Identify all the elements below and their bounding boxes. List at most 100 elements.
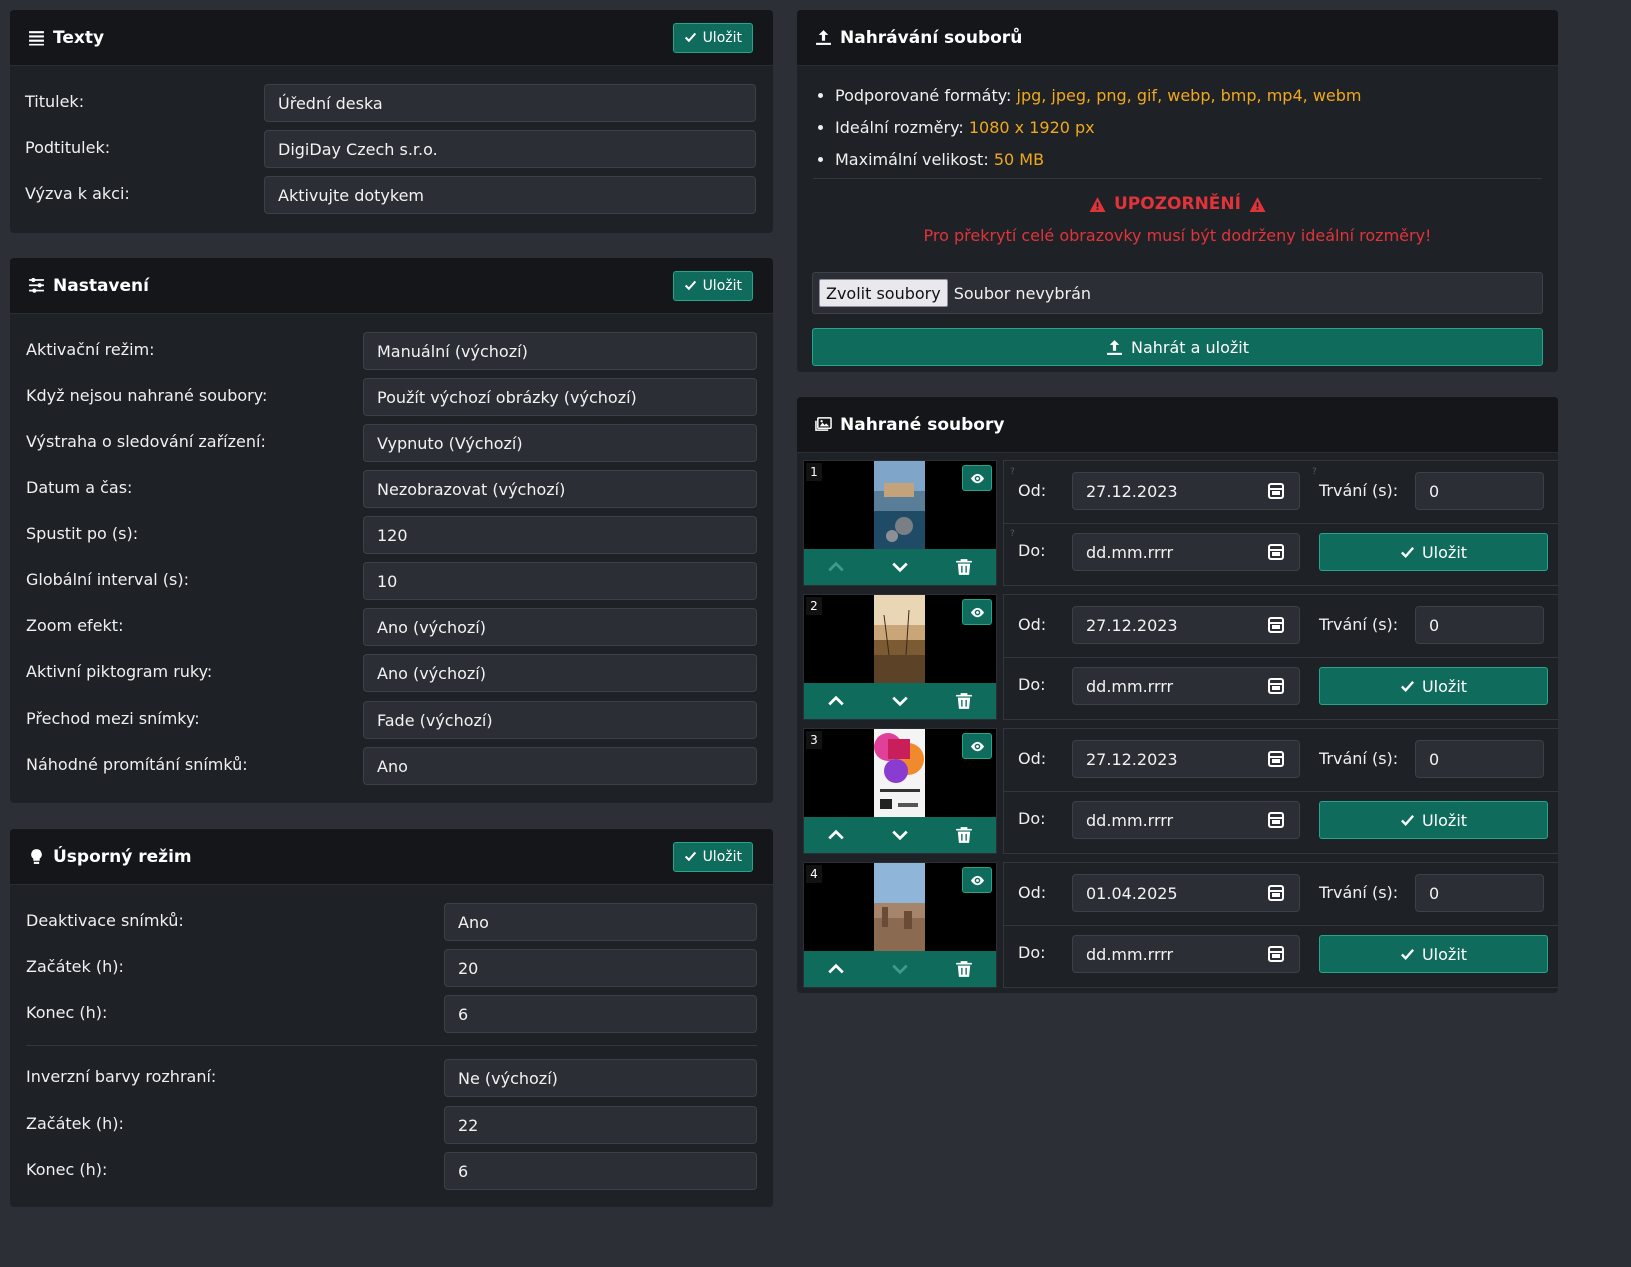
duration-input[interactable]: 0 (1415, 874, 1544, 912)
file-save-button[interactable]: Uložit (1319, 801, 1548, 839)
vyzva-input[interactable]: Aktivujte dotykem (264, 176, 756, 214)
duration-label: Trvání (s): (1319, 615, 1399, 634)
calendar-icon (1268, 812, 1284, 828)
upload-header: Nahrávání souborů (797, 10, 1558, 66)
files-header: Nahrané soubory (797, 397, 1558, 453)
preview-button[interactable] (962, 867, 992, 893)
warning-text: Pro překrytí celé obrazovky musí být dod… (923, 226, 1432, 245)
file-save-button[interactable]: Uložit (1319, 533, 1548, 571)
usporny-title: Úsporný režim (28, 847, 192, 867)
titulek-input[interactable]: Úřední deska (264, 84, 756, 122)
to-date-input[interactable]: dd.mm.rrrr (1072, 533, 1300, 571)
thumbnail-controls (804, 951, 996, 987)
to-date-input[interactable]: dd.mm.rrrr (1072, 801, 1300, 839)
setting-input[interactable]: 120 (363, 516, 757, 554)
chevron-down-icon[interactable] (891, 692, 909, 710)
preview-button[interactable] (962, 465, 992, 491)
formats-item: Podporované formáty: jpg, jpeg, png, gif… (835, 80, 1361, 112)
check-icon (1401, 948, 1414, 960)
setting-select[interactable]: Ano (363, 747, 757, 785)
duration-input[interactable]: 0 (1415, 740, 1544, 778)
file-meta: Od: 01.04.2025 Trvání (s): 0 Do: dd.mm.r… (1003, 862, 1558, 988)
setting-select[interactable]: Nezobrazovat (výchozí) (363, 470, 757, 508)
setting-select[interactable]: Ano (výchozí) (363, 608, 757, 646)
thumbnail: 3 (803, 728, 997, 854)
eco-input[interactable]: 6 (444, 1152, 757, 1190)
calendar-icon (1268, 617, 1284, 633)
file-save-button[interactable]: Uložit (1319, 667, 1548, 705)
upload-divider (813, 178, 1542, 179)
upload-info-list: Podporované formáty: jpg, jpeg, png, gif… (835, 80, 1361, 176)
setting-label: Výstraha o sledování zařízení: (26, 432, 266, 451)
preview-button[interactable] (962, 599, 992, 625)
setting-select[interactable]: Ano (výchozí) (363, 654, 757, 692)
to-date-input[interactable]: dd.mm.rrrr (1072, 667, 1300, 705)
usporny-save-button[interactable]: Uložit (672, 841, 753, 872)
chevron-down-icon[interactable] (891, 826, 909, 844)
meta-divider (1004, 657, 1558, 658)
from-label: Od: (1018, 615, 1047, 634)
setting-select[interactable]: Manuální (výchozí) (363, 332, 757, 370)
chevron-down-icon[interactable] (891, 960, 909, 978)
eco-input[interactable]: 20 (444, 949, 757, 987)
meta-divider (1004, 791, 1558, 792)
eco-input[interactable]: 6 (444, 995, 757, 1033)
check-icon (684, 851, 696, 862)
file-input[interactable]: Zvolit soubory Soubor nevybrán (812, 272, 1543, 314)
setting-label: Globální interval (s): (26, 570, 190, 589)
trash-icon[interactable] (955, 692, 973, 710)
chevron-up-icon[interactable] (827, 692, 845, 710)
upload-save-button[interactable]: Nahrát a uložit (812, 328, 1543, 366)
preview-button[interactable] (962, 733, 992, 759)
setting-label: Náhodné promítání snímků: (26, 755, 248, 774)
setting-label: Zoom efekt: (26, 616, 124, 635)
podtitulek-input[interactable]: DigiDay Czech s.r.o. (264, 130, 756, 168)
texty-title: Texty (28, 28, 104, 48)
meta-divider (1004, 523, 1558, 524)
from-date-input[interactable]: 27.12.2023 (1072, 472, 1300, 510)
setting-label: Aktivní piktogram ruky: (26, 662, 213, 681)
eco-select[interactable]: Ano (444, 903, 757, 941)
from-date-input[interactable]: 27.12.2023 (1072, 606, 1300, 644)
to-label: Do: (1018, 675, 1046, 694)
setting-select[interactable]: Použít výchozí obrázky (výchozí) (363, 378, 757, 416)
help-mark: ? (1010, 467, 1015, 477)
duration-input[interactable]: 0 (1415, 606, 1544, 644)
from-label: Od: (1018, 749, 1047, 768)
eco-input[interactable]: 22 (444, 1106, 757, 1144)
file-save-button[interactable]: Uložit (1319, 935, 1548, 973)
eco-label: Konec (h): (26, 1160, 108, 1179)
chevron-up-icon[interactable] (827, 558, 845, 576)
eco-select[interactable]: Ne (výchozí) (444, 1059, 757, 1097)
nastaveni-save-button[interactable]: Uložit (672, 270, 753, 301)
trash-icon[interactable] (955, 558, 973, 576)
setting-select[interactable]: Fade (výchozí) (363, 701, 757, 739)
from-date-input[interactable]: 27.12.2023 (1072, 740, 1300, 778)
file-row: 1 ? ? ? Od: 27.12.2023 Trvání (s): 0 Do:… (803, 460, 1558, 590)
eye-icon (970, 473, 984, 483)
file-meta: ? ? ? Od: 27.12.2023 Trvání (s): 0 Do: d… (1003, 460, 1558, 586)
calendar-icon (1268, 751, 1284, 767)
chevron-up-icon[interactable] (827, 826, 845, 844)
duration-input[interactable]: 0 (1415, 472, 1544, 510)
setting-select[interactable]: Vypnuto (Výchozí) (363, 424, 757, 462)
choose-files-button[interactable]: Zvolit soubory (819, 279, 948, 307)
chevron-up-icon[interactable] (827, 960, 845, 978)
trash-icon[interactable] (955, 960, 973, 978)
file-row: 2 Od: 27.12.2023 Trvání (s): 0 Do: dd.mm… (803, 594, 1558, 724)
to-date-input[interactable]: dd.mm.rrrr (1072, 935, 1300, 973)
setting-label: Přechod mezi snímky: (26, 709, 200, 728)
trash-icon[interactable] (955, 826, 973, 844)
titulek-label: Titulek: (25, 92, 85, 111)
from-date-input[interactable]: 01.04.2025 (1072, 874, 1300, 912)
texty-save-button[interactable]: Uložit (672, 22, 753, 53)
setting-input[interactable]: 10 (363, 562, 757, 600)
chevron-down-icon[interactable] (891, 558, 909, 576)
file-preview-image (874, 595, 925, 684)
file-preview-image (874, 729, 925, 818)
check-icon (1401, 814, 1414, 826)
files-card: Nahrané soubory 1 ? ? ? Od: 27.12.2023 T… (797, 397, 1558, 993)
setting-label: Aktivační režim: (26, 340, 155, 359)
nastaveni-card: Nastavení Uložit Aktivační režim: Manuál… (10, 258, 773, 803)
eco-label: Začátek (h): (26, 1114, 124, 1133)
